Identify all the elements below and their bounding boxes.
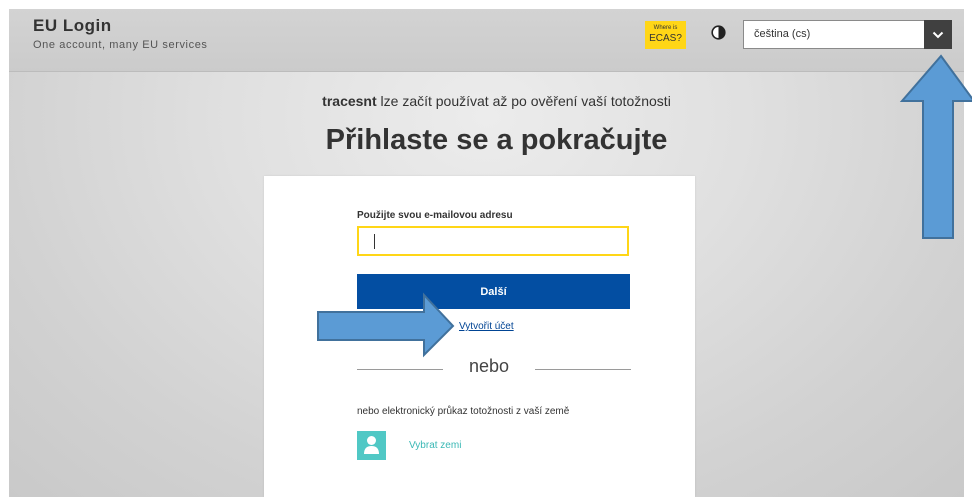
select-country-link[interactable]: Vybrat zemi	[409, 440, 461, 451]
ecas-badge-line1: Where is	[653, 25, 678, 31]
right-frame-border	[964, 0, 972, 497]
email-label: Použijte svou e-mailovou adresu	[357, 210, 513, 221]
divider-line-right	[535, 369, 631, 370]
language-select[interactable]: čeština (cs)	[743, 20, 952, 49]
where-is-ecas-button[interactable]: Where is ECAS?	[645, 21, 686, 49]
ecas-badge-line2: ECAS?	[649, 33, 682, 44]
eid-description: nebo elektronický průkaz totožnosti z va…	[357, 406, 570, 417]
next-button[interactable]: Další	[357, 274, 630, 309]
lead-text: tracesnt lze začít používat až po ověřen…	[9, 93, 964, 109]
email-field[interactable]	[357, 226, 629, 256]
chevron-down-icon[interactable]	[924, 20, 952, 49]
user-icon[interactable]	[357, 431, 386, 460]
app-subtitle: One account, many EU services	[33, 39, 208, 51]
page-title: Přihlaste se a pokračujte	[325, 124, 668, 156]
create-account-link[interactable]: Vytvořit účet	[459, 321, 514, 332]
language-select-value: čeština (cs)	[754, 28, 811, 40]
app-title: EU Login	[33, 16, 112, 35]
or-divider-label: nebo	[468, 356, 510, 376]
lead-message: lze začít používat až po ověření vaší to…	[376, 93, 671, 109]
login-card: Použijte svou e-mailovou adresu Další Vy…	[264, 176, 695, 497]
lead-service-name: tracesnt	[322, 93, 377, 109]
login-page: EU Login One account, many EU services W…	[9, 9, 964, 497]
text-cursor	[374, 234, 375, 249]
divider-line-left	[357, 369, 443, 370]
contrast-icon[interactable]	[711, 25, 726, 40]
site-header: EU Login One account, many EU services W…	[9, 9, 964, 72]
